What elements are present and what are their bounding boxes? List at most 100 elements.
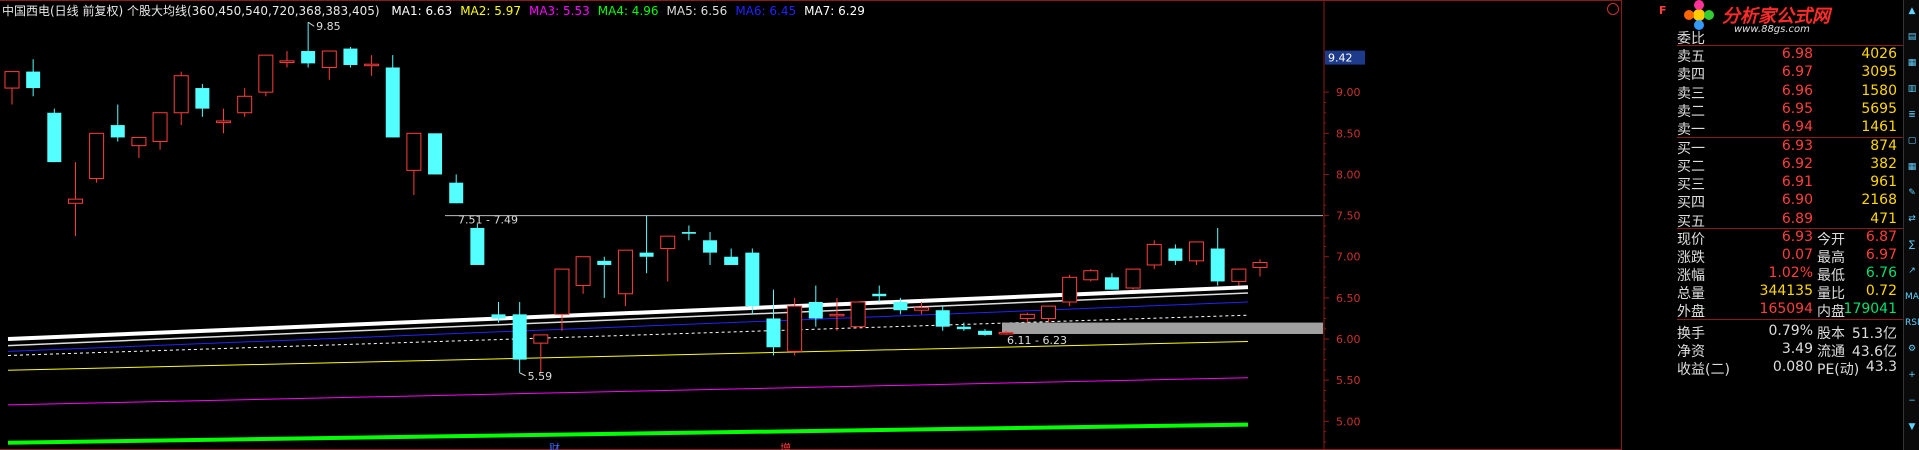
candle-body[interactable] xyxy=(279,60,295,64)
range-band-lower xyxy=(1002,322,1323,334)
candle-body[interactable] xyxy=(554,268,570,315)
stat-value: 165094 xyxy=(1759,301,1813,317)
stock-title: 中国西电(日线 前复权) 个股大均线(360,450,540,720,368,3… xyxy=(2,4,380,18)
candle-body[interactable] xyxy=(617,249,633,295)
stat-value: 6.97 xyxy=(1865,247,1897,263)
chart-icon[interactable]: ▤ xyxy=(1905,30,1919,44)
compare-icon[interactable]: ⇄ xyxy=(1905,212,1919,226)
candle-body[interactable] xyxy=(26,71,41,89)
candle-body[interactable] xyxy=(1125,268,1141,289)
zoom-out-icon[interactable]: − xyxy=(1905,394,1919,408)
candle-body[interactable] xyxy=(385,67,400,138)
candle-body[interactable] xyxy=(343,48,358,66)
candle-body[interactable] xyxy=(872,293,887,297)
candle-body[interactable] xyxy=(110,125,125,138)
close-icon[interactable] xyxy=(1607,3,1619,15)
candle-body[interactable] xyxy=(491,314,506,319)
ma-icon[interactable]: MA xyxy=(1905,290,1919,304)
candle-body[interactable] xyxy=(406,132,422,171)
stat-label: 涨幅 xyxy=(1677,268,1705,284)
candle-body[interactable] xyxy=(829,313,845,317)
ask-row: 卖四 6.97 3095 xyxy=(1677,64,1903,83)
bars-icon[interactable]: ▥ xyxy=(1905,82,1919,96)
candle-body[interactable] xyxy=(956,326,971,330)
candle-body[interactable] xyxy=(364,63,380,67)
candle-body[interactable] xyxy=(1062,276,1078,303)
candle-body[interactable] xyxy=(301,51,316,64)
candle-body[interactable] xyxy=(449,182,464,204)
tools-icon[interactable]: ✎ xyxy=(1905,186,1919,200)
candle-body[interactable] xyxy=(1168,248,1183,261)
candle-body[interactable] xyxy=(850,301,866,328)
rsi-icon[interactable]: RSI xyxy=(1905,316,1919,330)
candle-body[interactable] xyxy=(808,302,823,319)
candle-body[interactable] xyxy=(1210,248,1225,282)
candle-body[interactable] xyxy=(1252,262,1268,268)
candle-body[interactable] xyxy=(237,95,253,114)
candle-body[interactable] xyxy=(935,310,950,327)
candle-body[interactable] xyxy=(4,71,20,89)
divider xyxy=(1677,319,1903,320)
candle-body[interactable] xyxy=(1040,305,1056,319)
candle-body[interactable] xyxy=(639,252,654,257)
candle-body[interactable] xyxy=(978,330,993,335)
candle-body[interactable] xyxy=(893,302,908,311)
candle-body[interactable] xyxy=(745,252,760,307)
low-pointer xyxy=(519,372,526,377)
formula-badge[interactable]: F xyxy=(1659,4,1667,17)
candle-body[interactable] xyxy=(1104,277,1119,290)
price-tick-label: 8.50 xyxy=(1336,127,1361,140)
up-arrow-icon[interactable]: ▲ xyxy=(1905,4,1919,18)
stat-value: 179041 xyxy=(1843,301,1897,317)
stat-label: 流通 xyxy=(1817,344,1845,360)
candle-body[interactable] xyxy=(321,50,337,68)
ask-volume: 5695 xyxy=(1861,100,1897,117)
gear-icon[interactable]: ⚙ xyxy=(1905,342,1919,356)
ma-legend-item: MA4: 4.96 xyxy=(597,4,659,18)
range-upper-label: 7.51 - 7.49 xyxy=(458,214,518,227)
trend-icon[interactable]: ↗ xyxy=(1905,264,1919,278)
candle-body[interactable] xyxy=(914,307,930,311)
candle-body[interactable] xyxy=(195,88,210,109)
candle-body[interactable] xyxy=(512,314,527,360)
candle-body[interactable] xyxy=(681,232,696,234)
zoom-in-icon[interactable]: + xyxy=(1905,368,1919,382)
down-arrow-icon[interactable]: ▼ xyxy=(1905,420,1919,434)
candle-body[interactable] xyxy=(533,334,549,344)
candle-body[interactable] xyxy=(89,132,105,180)
ma-legend-item: MA6: 6.45 xyxy=(735,4,797,18)
candle-body[interactable] xyxy=(152,112,168,143)
candle-body[interactable] xyxy=(703,240,718,253)
candle-body[interactable] xyxy=(131,136,147,147)
grid-icon[interactable]: ▦ xyxy=(1905,56,1919,70)
price-tick-label: 8.00 xyxy=(1336,168,1361,181)
candle-body[interactable] xyxy=(216,120,232,124)
list-icon[interactable]: ≣ xyxy=(1905,108,1919,122)
kline-chart[interactable]: 9.00 8.50 8.00 7.50 7.00 6.50 6.00 5.50 5.00 9.42… xyxy=(0,0,1622,450)
candle-body[interactable] xyxy=(1083,270,1099,281)
ask-volume: 3095 xyxy=(1861,64,1897,81)
candle-body[interactable] xyxy=(428,133,443,175)
stats-icon[interactable]: ∑ xyxy=(1905,238,1919,252)
candle-body[interactable] xyxy=(258,54,274,93)
candle-body[interactable] xyxy=(470,227,485,265)
candle-body[interactable] xyxy=(173,75,189,114)
table-icon[interactable]: ▦ xyxy=(1905,160,1919,174)
candle-body[interactable] xyxy=(47,112,62,163)
candle-body[interactable] xyxy=(1231,268,1247,282)
bid-volume: 382 xyxy=(1870,155,1897,172)
candle-body[interactable] xyxy=(724,256,739,265)
candle-body[interactable] xyxy=(787,305,803,352)
ask-volume: 1580 xyxy=(1861,82,1897,99)
doc-icon[interactable]: ▢ xyxy=(1905,134,1919,148)
candle-body[interactable] xyxy=(1019,313,1035,319)
candle-body[interactable] xyxy=(766,318,781,348)
candle-body[interactable] xyxy=(597,260,612,265)
candle-body[interactable] xyxy=(1146,243,1162,266)
stat-row: 收益(二) 0.080 PE(动) 43.3 xyxy=(1677,359,1903,378)
range-lower-label: 6.11 - 6.23 xyxy=(1007,334,1067,347)
candle-body[interactable] xyxy=(1189,241,1205,262)
candle-body[interactable] xyxy=(67,198,83,204)
candle-body[interactable] xyxy=(575,256,591,287)
candle-body[interactable] xyxy=(660,235,676,250)
